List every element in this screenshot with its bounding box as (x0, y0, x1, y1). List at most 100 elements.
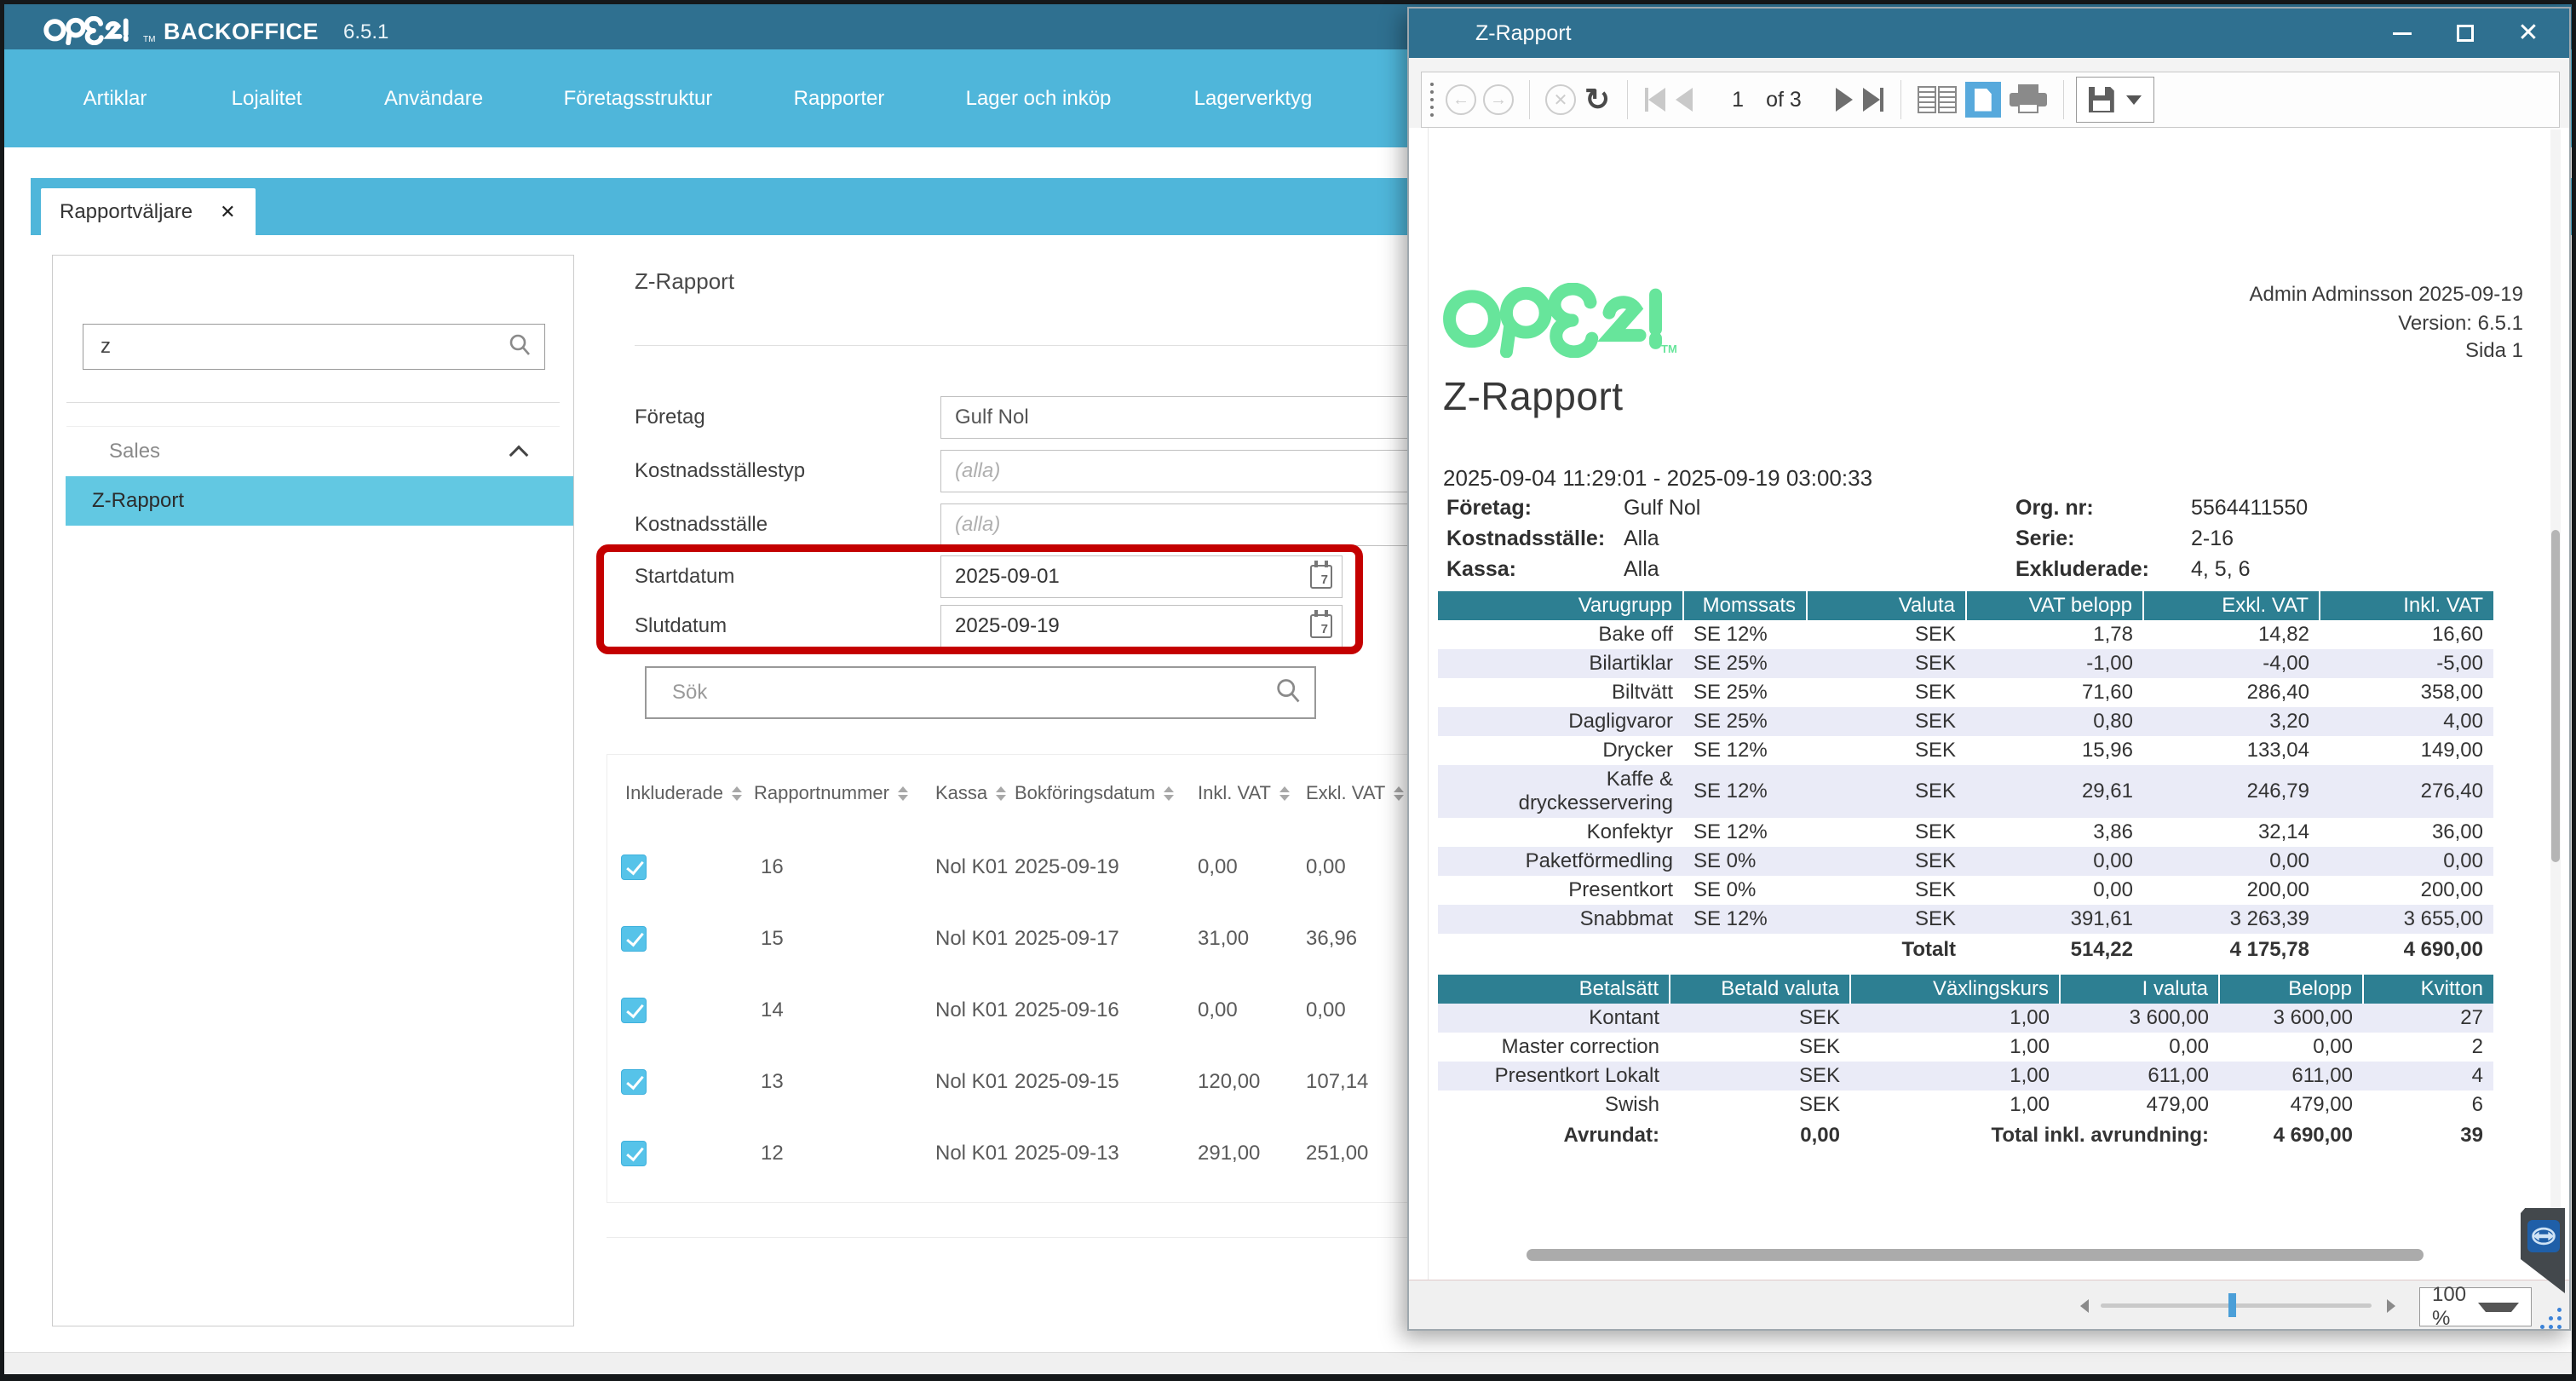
list-cell: 15 (761, 903, 784, 975)
minimize-button[interactable] (2383, 16, 2421, 50)
table-cell: Swish (1438, 1090, 1670, 1119)
print-icon[interactable] (2010, 84, 2047, 115)
total-value: 4 690,00 (2320, 934, 2493, 964)
maximize-icon (2457, 25, 2474, 42)
list-row[interactable]: 14Nol K012025-09-160,000,00 (607, 975, 1465, 1046)
table-row: KontantSEK1,003 600,003 600,0027 (1438, 1004, 2493, 1033)
calendar-icon[interactable] (1310, 565, 1332, 589)
page-total: of 3 (1766, 88, 1802, 112)
tab-close-icon[interactable]: ✕ (220, 201, 235, 223)
list-search-input[interactable] (670, 680, 1274, 705)
list-column-header[interactable]: Rapportnummer (754, 755, 908, 831)
nav-item-rapporter[interactable]: Rapporter (794, 49, 885, 147)
table-column-header: Växlingskurs (1850, 975, 2060, 1004)
history-forward-button[interactable]: → (1483, 84, 1514, 115)
sidebar-group-sales[interactable]: Sales (66, 426, 560, 475)
tab-rapportvaljare[interactable]: Rapportväljare ✕ (41, 188, 256, 235)
zoom-slider-thumb[interactable] (2228, 1293, 2236, 1317)
nav-item-lager-och-ink-p[interactable]: Lager och inköp (966, 49, 1112, 147)
zoom-out-arrow-icon[interactable] (2080, 1299, 2089, 1313)
list-cell: Nol K01 (935, 831, 1008, 903)
table-row: BiltvättSE 25%SEK71,60286,40358,00 (1438, 678, 2493, 707)
nav-item-anv-ndare[interactable]: Användare (384, 49, 483, 147)
form-title: Z-Rapport (635, 268, 734, 295)
single-page-view-icon[interactable] (1965, 82, 2001, 118)
history-back-button[interactable]: ← (1446, 84, 1476, 115)
vertical-scrollbar[interactable] (2550, 129, 2561, 1254)
sidebar-item-z-rapport[interactable]: Z-Rapport (66, 476, 573, 526)
zoom-in-arrow-icon[interactable] (2387, 1299, 2395, 1313)
sidebar-search[interactable] (83, 324, 545, 370)
list-column-header[interactable]: Inkl. VAT (1198, 755, 1290, 831)
row-checkbox[interactable] (621, 1141, 647, 1166)
list-row[interactable]: 16Nol K012025-09-190,000,00 (607, 831, 1465, 903)
table-cell: 276,40 (2320, 765, 2493, 818)
vertical-scrollbar-thumb[interactable] (2551, 530, 2560, 862)
list-search[interactable] (645, 666, 1316, 719)
table-cell: Konfektyr (1438, 818, 1683, 847)
refresh-icon[interactable]: ↻ (1584, 82, 1610, 118)
toolbar-grip-icon[interactable] (1430, 83, 1434, 117)
list-cell: 12 (761, 1118, 784, 1189)
table-cell: 611,00 (2060, 1062, 2219, 1090)
page-number[interactable]: 1 (1732, 88, 1744, 112)
resize-grip[interactable] (2540, 1308, 2566, 1333)
list-column-header[interactable]: Bokföringsdatum (1015, 755, 1174, 831)
horizontal-scrollbar-thumb[interactable] (1527, 1249, 2424, 1261)
list-column-header[interactable]: Kassa (935, 755, 1006, 831)
sidebar-group-label: Sales (109, 440, 160, 463)
kostnadsstalle-input[interactable] (940, 503, 1465, 546)
sidebar-search-input[interactable] (99, 334, 507, 360)
last-page-button[interactable] (1863, 88, 1883, 112)
table-cell: 0,80 (1966, 707, 2143, 736)
list-row[interactable]: 13Nol K012025-09-15120,00107,14 (607, 1046, 1465, 1118)
nav-item-f-retagsstruktur[interactable]: Företagsstruktur (564, 49, 713, 147)
list-column-header[interactable]: Inkluderade (625, 755, 742, 831)
previous-page-button[interactable] (1676, 88, 1693, 112)
nav-item-lagerverktyg[interactable]: Lagerverktyg (1194, 49, 1313, 147)
first-page-button[interactable] (1645, 88, 1665, 112)
stop-button[interactable]: ✕ (1545, 84, 1576, 115)
table-cell: Kontant (1438, 1004, 1670, 1033)
sort-icon (732, 786, 742, 801)
foretag-input[interactable] (940, 396, 1465, 439)
table-cell: 15,96 (1966, 736, 2143, 765)
list-row[interactable]: 11Nol K012025-09-130,000,00 (607, 1189, 1465, 1203)
row-checkbox[interactable] (621, 1069, 647, 1095)
row-checkbox[interactable] (621, 998, 647, 1023)
zoom-level-dropdown[interactable]: 100 % (2419, 1287, 2532, 1326)
maximize-button[interactable] (2447, 16, 2484, 50)
save-button[interactable] (2076, 77, 2154, 123)
table-column-header: Valuta (1807, 591, 1966, 620)
table-row: PaketförmedlingSE 0%SEK0,000,000,00 (1438, 847, 2493, 876)
total-value: 514,22 (1966, 934, 2143, 964)
table-cell: 4,00 (2320, 707, 2493, 736)
sort-icon (898, 786, 908, 801)
startdatum-input[interactable] (940, 555, 1343, 598)
table-cell: 479,00 (2060, 1090, 2219, 1119)
info-value: Alla (1624, 557, 1659, 582)
toolbar-separator (1627, 80, 1628, 119)
kostnadsstallestyp-input[interactable] (940, 450, 1465, 492)
list-row[interactable]: 12Nol K012025-09-13291,00251,00 (607, 1118, 1465, 1189)
table-cell (1683, 934, 1807, 964)
table-cell: 3 655,00 (2320, 905, 2493, 934)
field-row-kostnadsstalle: Kostnadsställe (635, 503, 1465, 546)
table-cell: 1,00 (1850, 1062, 2060, 1090)
nav-item-lojalitet[interactable]: Lojalitet (232, 49, 302, 147)
two-page-view-icon[interactable] (1918, 86, 1957, 113)
search-icon (1274, 676, 1302, 710)
nav-item-artiklar[interactable]: Artiklar (83, 49, 147, 147)
table-cell: SE 25% (1683, 649, 1807, 678)
row-checkbox[interactable] (621, 926, 647, 952)
window-controls: ✕ (2383, 16, 2547, 50)
row-checkbox[interactable] (621, 854, 647, 880)
zoom-slider-track[interactable] (2101, 1303, 2372, 1308)
teamviewer-icon[interactable] (2527, 1220, 2560, 1252)
next-page-button[interactable] (1836, 88, 1853, 112)
calendar-icon[interactable] (1310, 614, 1332, 638)
close-button[interactable]: ✕ (2510, 16, 2547, 50)
slutdatum-input[interactable] (940, 605, 1343, 647)
list-column-header[interactable]: Exkl. VAT (1306, 755, 1404, 831)
list-row[interactable]: 15Nol K012025-09-1731,0036,96 (607, 903, 1465, 975)
